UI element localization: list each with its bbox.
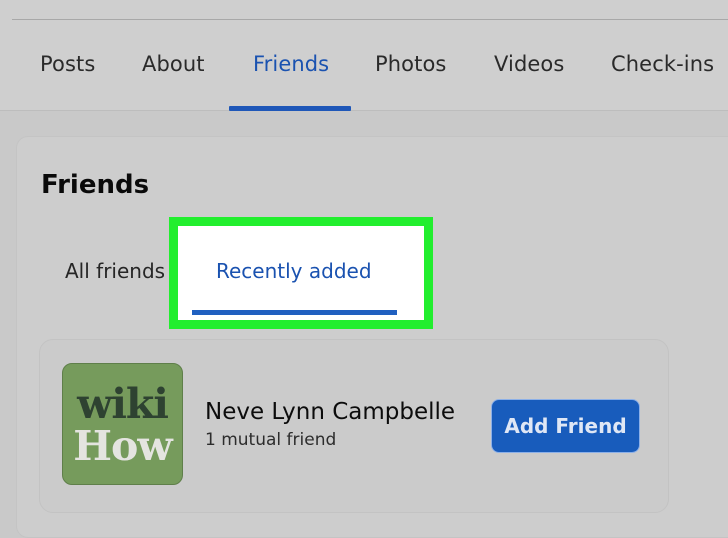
friend-name[interactable]: Neve Lynn Campbelle bbox=[205, 399, 455, 425]
divider bbox=[12, 19, 728, 20]
subtab-all-friends[interactable]: All friends bbox=[65, 259, 165, 283]
subtab-recently-added[interactable]: Recently added bbox=[216, 259, 372, 283]
tab-posts[interactable]: Posts bbox=[40, 52, 95, 76]
add-friend-button[interactable]: Add Friend bbox=[491, 399, 640, 453]
wikihow-logo-icon: wiki bbox=[77, 380, 169, 428]
tab-about[interactable]: About bbox=[142, 52, 205, 76]
tab-check-ins[interactable]: Check-ins bbox=[611, 52, 714, 76]
wikihow-logo-text: How bbox=[73, 422, 172, 470]
avatar[interactable]: wiki How bbox=[62, 363, 183, 485]
tab-videos[interactable]: Videos bbox=[494, 52, 564, 76]
tab-photos[interactable]: Photos bbox=[375, 52, 446, 76]
mutual-friends-count[interactable]: 1 mutual friend bbox=[205, 430, 336, 450]
section-title: Friends bbox=[41, 170, 150, 200]
tab-friends[interactable]: Friends bbox=[253, 52, 329, 76]
active-tab-indicator bbox=[229, 106, 351, 111]
active-subtab-indicator bbox=[192, 310, 397, 315]
